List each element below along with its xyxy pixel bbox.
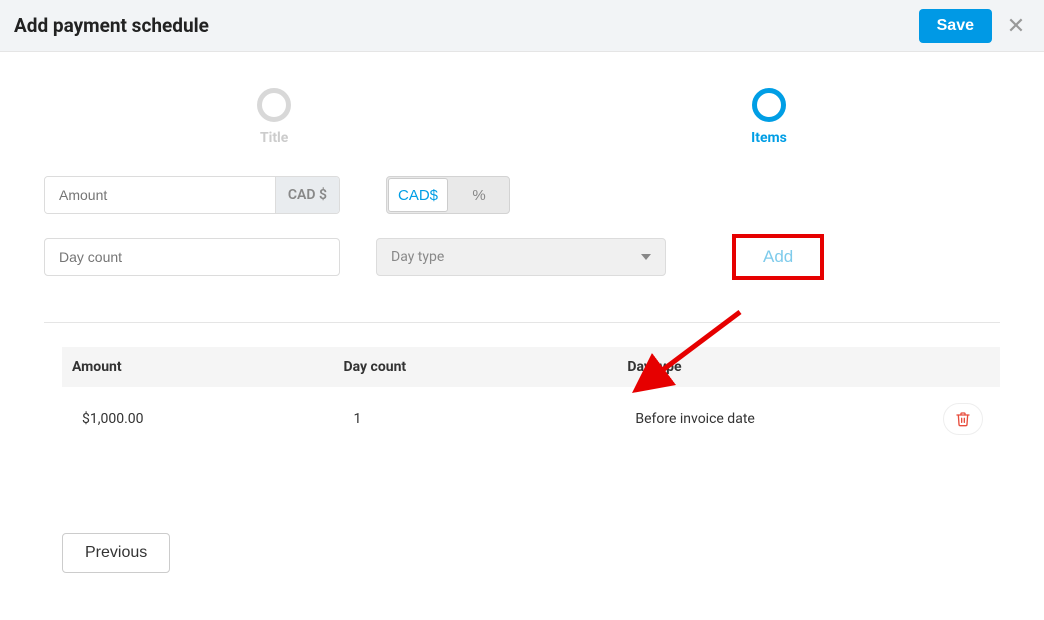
toggle-currency-button[interactable]: CAD$ xyxy=(388,178,448,212)
step-label: Title xyxy=(260,130,288,146)
content-area: CAD $ CAD$ % Day type Add Amount Day cou… xyxy=(0,176,1044,573)
col-header-amount: Amount xyxy=(62,347,334,387)
amount-field-wrap: CAD $ xyxy=(44,176,340,214)
table-row: $1,000.00 1 Before invoice date xyxy=(62,387,1000,451)
step-circle-icon xyxy=(752,88,786,122)
dialog-title: Add payment schedule xyxy=(14,14,919,37)
close-button[interactable]: ✕ xyxy=(1002,12,1030,40)
cell-daytype: Before invoice date xyxy=(617,387,926,451)
trash-icon xyxy=(955,411,971,427)
close-icon: ✕ xyxy=(1007,13,1025,39)
daytype-select[interactable]: Day type xyxy=(376,238,666,276)
dialog-header: Add payment schedule Save ✕ xyxy=(0,0,1044,52)
amount-currency-suffix: CAD $ xyxy=(275,177,339,213)
unit-toggle: CAD$ % xyxy=(386,176,510,214)
add-button[interactable]: Add xyxy=(739,241,817,273)
daycount-input[interactable] xyxy=(44,238,340,276)
step-label: Items xyxy=(751,130,787,146)
amount-input[interactable] xyxy=(45,177,275,213)
daytype-placeholder: Day type xyxy=(391,249,444,265)
step-items[interactable]: Items xyxy=(751,88,787,146)
col-header-daytype: Day type xyxy=(617,347,926,387)
delete-row-button[interactable] xyxy=(943,403,983,435)
col-header-action xyxy=(926,347,1000,387)
stepper: Title Items xyxy=(0,52,1044,176)
row-daycount: Day type Add xyxy=(44,234,1000,280)
chevron-down-icon xyxy=(641,254,651,260)
save-button[interactable]: Save xyxy=(919,9,992,43)
cell-amount: $1,000.00 xyxy=(62,387,334,451)
schedule-table: Amount Day count Day type $1,000.00 1 Be… xyxy=(62,347,1000,451)
divider xyxy=(44,322,1000,323)
row-amount: CAD $ CAD$ % xyxy=(44,176,1000,214)
col-header-daycount: Day count xyxy=(334,347,618,387)
toggle-percent-button[interactable]: % xyxy=(449,177,509,213)
step-circle-icon xyxy=(257,88,291,122)
cell-daycount: 1 xyxy=(334,387,618,451)
previous-button[interactable]: Previous xyxy=(62,533,170,573)
step-title[interactable]: Title xyxy=(257,88,291,146)
highlight-box: Add xyxy=(732,234,824,280)
